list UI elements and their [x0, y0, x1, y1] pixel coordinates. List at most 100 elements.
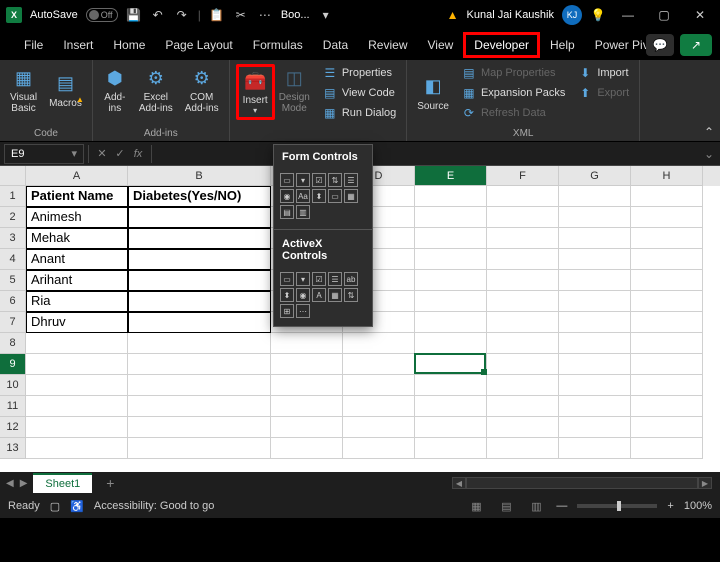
activex-more-control[interactable]: ⋯ — [296, 304, 310, 318]
cell-F9[interactable] — [487, 354, 559, 375]
accessibility-status[interactable]: Accessibility: Good to go — [94, 500, 214, 512]
share-button[interactable]: ↗ — [680, 34, 712, 56]
form-button-control[interactable]: ▭ — [280, 173, 294, 187]
properties-button[interactable]: ☰ Properties — [318, 64, 400, 82]
cell-F5[interactable] — [487, 270, 559, 291]
column-header-G[interactable]: G — [559, 166, 631, 186]
scroll-left-button[interactable]: ◀ — [452, 477, 466, 489]
column-header-F[interactable]: F — [487, 166, 559, 186]
cell-A8[interactable] — [26, 333, 128, 354]
cell-H9[interactable] — [631, 354, 703, 375]
cell-A2[interactable]: Animesh — [26, 207, 128, 228]
cell-H13[interactable] — [631, 438, 703, 459]
cell-E2[interactable] — [415, 207, 487, 228]
cell-A13[interactable] — [26, 438, 128, 459]
scroll-track[interactable] — [466, 477, 698, 489]
scroll-right-button[interactable]: ▶ — [698, 477, 712, 489]
com-addins-button[interactable]: ⚙ COM Add-ins — [181, 64, 223, 116]
cell-G8[interactable] — [559, 333, 631, 354]
cell-G3[interactable] — [559, 228, 631, 249]
cell-F10[interactable] — [487, 375, 559, 396]
form-spinner-control[interactable]: ⇅ — [328, 173, 342, 187]
sheet-tab-active[interactable]: Sheet1 — [33, 473, 92, 493]
cell-E13[interactable] — [415, 438, 487, 459]
import-button[interactable]: ⬇ Import — [573, 64, 633, 82]
form-label-control[interactable]: Aa — [296, 189, 310, 203]
addins-button[interactable]: ⬢ Add- ins — [99, 64, 131, 116]
enter-formula-button[interactable]: ✓ — [111, 145, 129, 163]
row-header-8[interactable]: 8 — [0, 333, 26, 354]
cell-G10[interactable] — [559, 375, 631, 396]
form-option-control[interactable]: ◉ — [280, 189, 294, 203]
cell-B9[interactable] — [128, 354, 271, 375]
document-title[interactable]: Boo... — [281, 9, 310, 21]
tab-review[interactable]: Review — [358, 32, 417, 58]
add-sheet-button[interactable]: + — [106, 475, 114, 491]
activex-checkbox-control[interactable]: ☑ — [312, 272, 326, 286]
cell-G9[interactable] — [559, 354, 631, 375]
sheet-nav-prev[interactable]: ◀ — [6, 478, 14, 489]
cell-E10[interactable] — [415, 375, 487, 396]
refresh-data-button[interactable]: ⟳ Refresh Data — [457, 104, 569, 122]
row-header-12[interactable]: 12 — [0, 417, 26, 438]
tab-insert[interactable]: Insert — [53, 32, 103, 58]
row-header-11[interactable]: 11 — [0, 396, 26, 417]
cell-A5[interactable]: Arihant — [26, 270, 128, 291]
cell-H1[interactable] — [631, 186, 703, 207]
tab-formulas[interactable]: Formulas — [243, 32, 313, 58]
tab-developer[interactable]: Developer — [463, 32, 540, 58]
tab-home[interactable]: Home — [103, 32, 155, 58]
tab-file[interactable]: File — [14, 32, 53, 58]
warning-icon[interactable]: ▲ — [447, 8, 459, 22]
user-name[interactable]: Kunal Jai Kaushik — [467, 9, 554, 21]
column-header-B[interactable]: B — [128, 166, 271, 186]
column-header-H[interactable]: H — [631, 166, 703, 186]
cell-A12[interactable] — [26, 417, 128, 438]
cell-D11[interactable] — [343, 396, 415, 417]
column-header-E[interactable]: E — [415, 166, 487, 186]
cell-A1[interactable]: Patient Name — [26, 186, 128, 207]
activex-button-control[interactable]: ▭ — [280, 272, 294, 286]
zoom-level[interactable]: 100% — [684, 500, 712, 512]
cell-E4[interactable] — [415, 249, 487, 270]
cell-B8[interactable] — [128, 333, 271, 354]
form-extra2-control[interactable]: ▤ — [280, 205, 294, 219]
macro-record-icon[interactable]: ▢ — [50, 500, 60, 513]
cell-B12[interactable] — [128, 417, 271, 438]
design-mode-button[interactable]: ◫ Design Mode — [275, 64, 314, 116]
clipboard-icon[interactable]: 📋 — [209, 7, 225, 23]
sheet-nav-next[interactable]: ▶ — [20, 478, 28, 489]
cancel-formula-button[interactable]: ✕ — [93, 145, 111, 163]
cell-F1[interactable] — [487, 186, 559, 207]
expansion-packs-button[interactable]: ▦ Expansion Packs — [457, 84, 569, 102]
accessibility-icon[interactable]: ♿ — [70, 500, 84, 513]
map-properties-button[interactable]: ▤ Map Properties — [457, 64, 569, 82]
cell-H2[interactable] — [631, 207, 703, 228]
cell-E12[interactable] — [415, 417, 487, 438]
minimize-button[interactable]: — — [614, 5, 642, 25]
form-scrollbar-control[interactable]: ⬍ — [312, 189, 326, 203]
cell-C9[interactable] — [271, 354, 343, 375]
row-header-13[interactable]: 13 — [0, 438, 26, 459]
cell-B7[interactable] — [128, 312, 271, 333]
activex-image-control[interactable]: ▦ — [328, 288, 342, 302]
save-icon[interactable]: 💾 — [126, 7, 142, 23]
cell-F4[interactable] — [487, 249, 559, 270]
cell-G13[interactable] — [559, 438, 631, 459]
row-header-5[interactable]: 5 — [0, 270, 26, 291]
name-box[interactable]: E9 ▾ — [4, 144, 84, 164]
cell-A10[interactable] — [26, 375, 128, 396]
cell-F7[interactable] — [487, 312, 559, 333]
cell-E3[interactable] — [415, 228, 487, 249]
name-box-dropdown-icon[interactable]: ▾ — [71, 147, 77, 160]
row-header-7[interactable]: 7 — [0, 312, 26, 333]
activex-label-control[interactable]: A — [312, 288, 326, 302]
cell-D8[interactable] — [343, 333, 415, 354]
cell-A11[interactable] — [26, 396, 128, 417]
cell-E1[interactable] — [415, 186, 487, 207]
cell-B6[interactable] — [128, 291, 271, 312]
cell-E9[interactable] — [415, 354, 487, 375]
maximize-button[interactable]: ▢ — [650, 5, 678, 25]
cell-D9[interactable] — [343, 354, 415, 375]
page-layout-view-button[interactable]: ▤ — [496, 498, 516, 514]
